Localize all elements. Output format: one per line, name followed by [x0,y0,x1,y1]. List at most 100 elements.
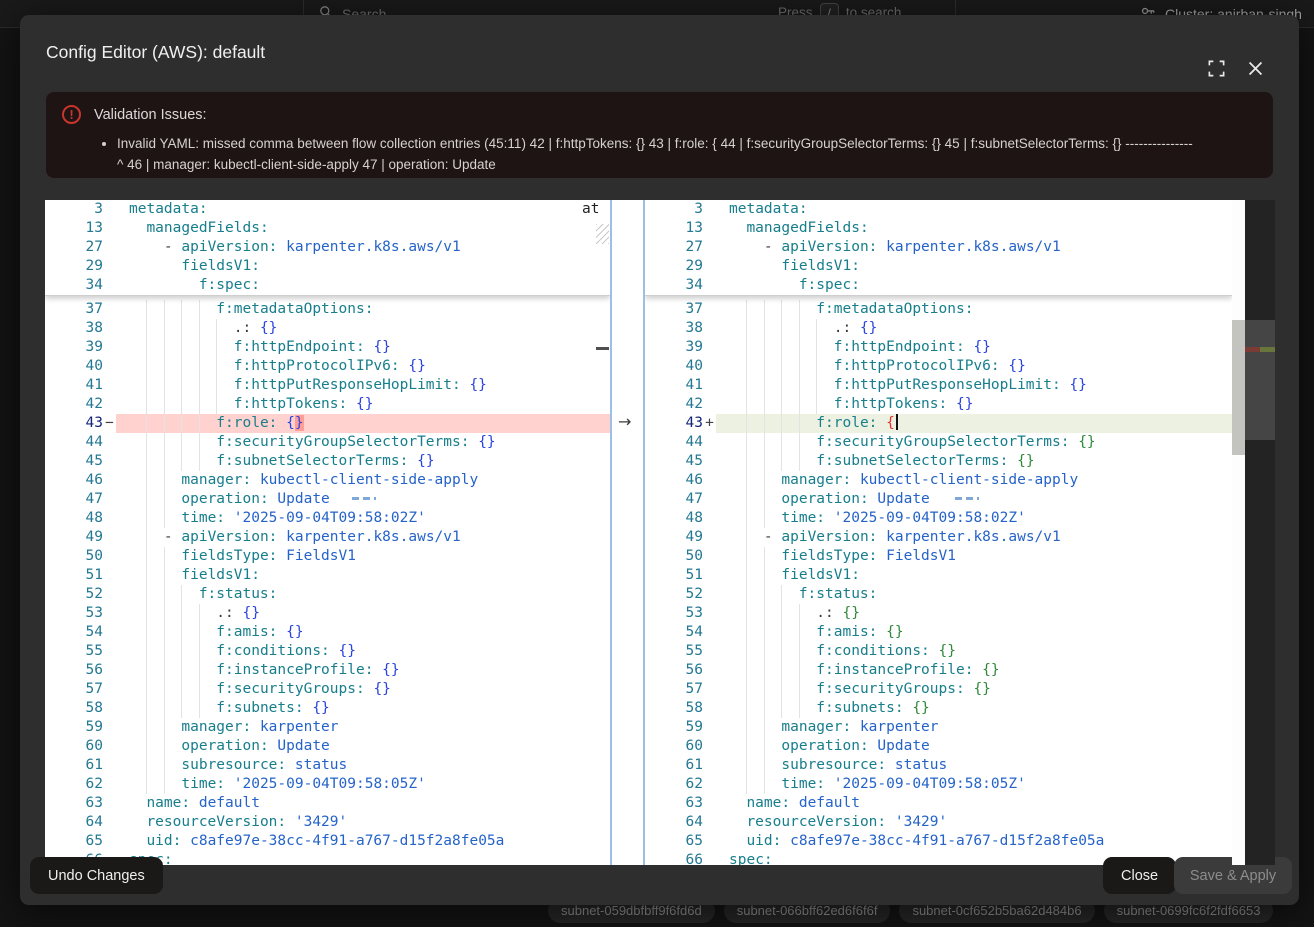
code-line[interactable]: 60operation: Update [645,737,1232,756]
code-line[interactable]: 43+f:role: { [645,414,1232,433]
line-number: 54 [45,623,103,642]
line-number: 58 [45,699,103,718]
code-line[interactable]: 27- apiVersion: karpenter.k8s.aws/v1 [45,238,610,257]
code-line[interactable]: 50fieldsType: FieldsV1 [645,547,1232,566]
code-line[interactable]: 53.: {} [645,604,1232,623]
error-icon: ! [62,105,81,124]
line-number: 53 [45,604,103,623]
code-line[interactable]: 56f:instanceProfile: {} [45,661,610,680]
close-button[interactable] [1244,57,1266,79]
code-line[interactable]: 64resourceVersion: '3429' [645,813,1232,832]
diff-overview-ruler[interactable] [1245,200,1275,865]
revert-change-arrow[interactable]: → [618,412,631,431]
code-line[interactable]: 52f:status: [45,585,610,604]
scrollbar-slider[interactable] [1232,320,1245,455]
code-line[interactable]: 59manager: karpenter [645,718,1232,737]
editor-scrollbar[interactable] [1232,200,1245,865]
code-line[interactable]: 3metadata: [45,200,610,219]
indent-guide [164,699,165,718]
indent-guide [799,699,800,718]
code-line[interactable]: 51fieldsV1: [45,566,610,585]
diff-marker [703,699,716,718]
code-line[interactable]: 61subresource: status [45,756,610,775]
code-line[interactable]: 37f:metadataOptions: [45,300,610,319]
indent-guide [146,528,147,547]
code-line[interactable]: 40f:httpProtocolIPv6: {} [45,357,610,376]
code-line[interactable]: 42f:httpTokens: {} [45,395,610,414]
code-line[interactable]: 58f:subnets: {} [645,699,1232,718]
code-line[interactable]: 55f:conditions: {} [45,642,610,661]
code-line[interactable]: 64resourceVersion: '3429' [45,813,610,832]
code-line[interactable]: 27- apiVersion: karpenter.k8s.aws/v1 [645,238,1232,257]
line-number: 61 [45,756,103,775]
code-line[interactable]: 62time: '2025-09-04T09:58:05Z' [45,775,610,794]
code-line[interactable]: 38.: {} [645,319,1232,338]
fullscreen-button[interactable] [1205,57,1227,79]
code-line[interactable]: 51fieldsV1: [645,566,1232,585]
code-line[interactable]: 37f:metadataOptions: [645,300,1232,319]
undo-changes-button[interactable]: Undo Changes [30,857,163,894]
code-line[interactable]: 47operation: Update [645,490,1232,509]
indent-guide [764,642,765,661]
code-line[interactable]: 44f:securityGroupSelectorTerms: {} [645,433,1232,452]
code-line[interactable]: 62time: '2025-09-04T09:58:05Z' [645,775,1232,794]
code-line[interactable]: 57f:securityGroups: {} [45,680,610,699]
code-line[interactable]: 46manager: kubectl-client-side-apply [45,471,610,490]
code-line[interactable]: 49- apiVersion: karpenter.k8s.aws/v1 [645,528,1232,547]
overview-slider[interactable] [1245,320,1275,440]
code-line[interactable]: 29fieldsV1: [45,257,610,276]
code-line[interactable]: 34f:spec: [45,276,610,295]
code-line[interactable]: 39f:httpEndpoint: {} [45,338,610,357]
code-line[interactable]: 41f:httpPutResponseHopLimit: {} [645,376,1232,395]
code-line[interactable]: 61subresource: status [645,756,1232,775]
code-line[interactable]: 58f:subnets: {} [45,699,610,718]
code-line[interactable]: 45f:subnetSelectorTerms: {} [645,452,1232,471]
code-line[interactable]: 63name: default [645,794,1232,813]
code-line[interactable]: 65uid: c8afe97e-38cc-4f91-a767-d15f2a8fe… [645,832,1232,851]
code-line[interactable]: 41f:httpPutResponseHopLimit: {} [45,376,610,395]
code-line[interactable]: 52f:status: [645,585,1232,604]
code-line[interactable]: 50fieldsType: FieldsV1 [45,547,610,566]
diff-modified-pane[interactable]: 3metadata:13managedFields:27- apiVersion… [645,200,1232,865]
code-line[interactable]: 54f:amis: {} [45,623,610,642]
code-line[interactable]: 65uid: c8afe97e-38cc-4f91-a767-d15f2a8fe… [45,832,610,851]
code-line[interactable]: 46manager: kubectl-client-side-apply [645,471,1232,490]
indent-guide [764,490,765,509]
code-line[interactable]: 49- apiVersion: karpenter.k8s.aws/v1 [45,528,610,547]
diff-splitter[interactable]: → [610,200,645,865]
code-line[interactable]: 63name: default [45,794,610,813]
code-line[interactable]: 47operation: Update [45,490,610,509]
indent-guide [781,414,782,433]
diff-marker [703,680,716,699]
code-line[interactable]: 29fieldsV1: [645,257,1232,276]
code-line[interactable]: 59manager: karpenter [45,718,610,737]
code-line[interactable]: 34f:spec: [645,276,1232,295]
code-line[interactable]: 13managedFields: [645,219,1232,238]
line-number: 54 [645,623,703,642]
diff-original-pane[interactable]: at 3metadata:13managedFields:27- apiVers… [45,200,610,865]
code-line[interactable]: 48time: '2025-09-04T09:58:02Z' [645,509,1232,528]
code-line[interactable]: 44f:securityGroupSelectorTerms: {} [45,433,610,452]
code-line[interactable]: 53.: {} [45,604,610,623]
code-line[interactable]: 38.: {} [45,319,610,338]
collapsed-context-right[interactable]: 3metadata:13managedFields:27- apiVersion… [645,200,1232,296]
code-line[interactable]: 43−f:role: {} [45,414,610,433]
code-line[interactable]: 60operation: Update [45,737,610,756]
code-line[interactable]: 57f:securityGroups: {} [645,680,1232,699]
diff-marker [703,300,716,319]
code-line[interactable]: 39f:httpEndpoint: {} [645,338,1232,357]
code-line[interactable]: 42f:httpTokens: {} [645,395,1232,414]
code-line[interactable]: 55f:conditions: {} [645,642,1232,661]
close-dialog-button[interactable]: Close [1103,857,1176,894]
code-line[interactable]: 13managedFields: [45,219,610,238]
collapsed-context-left[interactable]: at 3metadata:13managedFields:27- apiVers… [45,200,610,296]
indent-guide [746,699,747,718]
indent-guide [164,395,165,414]
code-line[interactable]: 40f:httpProtocolIPv6: {} [645,357,1232,376]
code-line[interactable]: 56f:instanceProfile: {} [645,661,1232,680]
code-line[interactable]: 45f:subnetSelectorTerms: {} [45,452,610,471]
code-line[interactable]: 3metadata: [645,200,1232,219]
code-line[interactable]: 48time: '2025-09-04T09:58:02Z' [45,509,610,528]
code-line[interactable]: 54f:amis: {} [645,623,1232,642]
line-number: 53 [645,604,703,623]
